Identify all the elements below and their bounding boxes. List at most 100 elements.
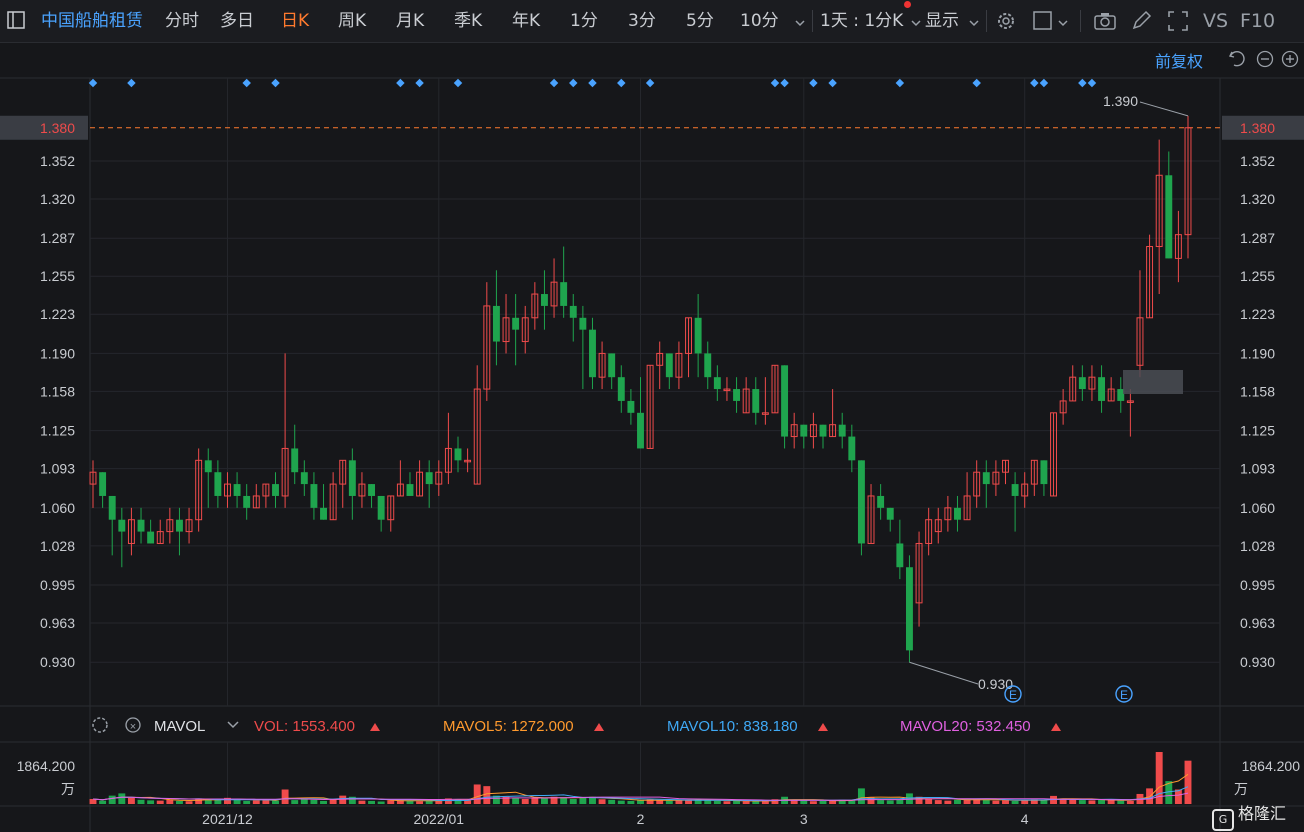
event-marker-label: E bbox=[1120, 688, 1128, 702]
candle-body bbox=[492, 305, 500, 342]
square-icon[interactable] bbox=[1031, 9, 1055, 33]
volume-bar bbox=[387, 800, 395, 804]
volume-bar bbox=[127, 797, 135, 804]
volume-bar bbox=[1146, 788, 1154, 804]
chevron-down-icon[interactable] bbox=[911, 13, 921, 27]
volume-bar bbox=[444, 798, 452, 804]
volume-bar bbox=[848, 800, 856, 804]
volume-bar bbox=[886, 800, 894, 804]
volume-bar bbox=[272, 800, 279, 804]
volume-bar bbox=[185, 801, 193, 804]
chevron-down-icon[interactable] bbox=[1058, 13, 1068, 27]
chevron-down-icon[interactable] bbox=[969, 13, 979, 27]
tab-8[interactable]: 3分 bbox=[628, 0, 656, 42]
tab-1[interactable]: 多日 bbox=[220, 0, 254, 42]
mavol20-label: MAVOL20: 532.450 bbox=[900, 718, 1031, 735]
candle-body bbox=[108, 495, 116, 520]
candle-body bbox=[877, 495, 885, 508]
volume-bar bbox=[560, 797, 568, 804]
price-tick-label-right: 1.255 bbox=[1240, 268, 1275, 284]
volume-bar bbox=[685, 799, 692, 804]
fullscreen-icon[interactable] bbox=[1166, 9, 1190, 33]
price-tick-label-right: 1.158 bbox=[1240, 383, 1275, 399]
event-marker-circle bbox=[1115, 685, 1133, 703]
candle-body bbox=[531, 293, 539, 319]
f10-button[interactable]: F10 bbox=[1240, 0, 1275, 42]
camera-icon[interactable] bbox=[1093, 9, 1117, 33]
adjust-mode-button[interactable]: 前复权 bbox=[1155, 48, 1203, 72]
candle-body bbox=[761, 412, 769, 415]
candle-body bbox=[483, 305, 491, 390]
candlestick-chart[interactable]: 1.352 1.352 1.320 1.320 1.287 1.287 1.255 1.255… bbox=[0, 0, 1304, 832]
volume-bar bbox=[598, 799, 606, 804]
volume-bar bbox=[905, 793, 913, 804]
event-marker-label: E bbox=[1009, 688, 1017, 702]
tab-5[interactable]: 季K bbox=[454, 0, 482, 42]
candle-body bbox=[742, 388, 750, 414]
candle-body bbox=[1069, 376, 1077, 402]
toolbar: 中国船舶租赁 分时 多日 日K 周K 月K 季K 年K 1分 3分 5分 10分 1天 : 1分K … bbox=[0, 0, 1304, 43]
candle-body bbox=[1030, 459, 1038, 485]
chevron-down-icon[interactable] bbox=[795, 13, 805, 27]
tab-2[interactable]: 日K bbox=[281, 0, 309, 42]
tab-9[interactable]: 5分 bbox=[686, 0, 714, 42]
candle-body bbox=[925, 519, 933, 544]
interval-selector[interactable]: 1天 : 1分K bbox=[820, 0, 903, 42]
tab-6[interactable]: 年K bbox=[512, 0, 540, 42]
candle-body bbox=[790, 424, 798, 438]
event-diamond bbox=[127, 78, 136, 88]
price-tick-label-right: 1.287 bbox=[1240, 230, 1275, 246]
candle-body bbox=[310, 484, 318, 508]
volume-bar bbox=[838, 799, 846, 804]
candle-body bbox=[838, 424, 846, 437]
candle-body bbox=[1117, 389, 1125, 401]
highlight-box bbox=[1123, 370, 1183, 394]
candle-body bbox=[358, 483, 366, 497]
vs-button[interactable]: VS bbox=[1203, 0, 1228, 42]
brand-logo: G 格隆汇 bbox=[1212, 800, 1286, 831]
tab-4[interactable]: 月K bbox=[396, 0, 424, 42]
volume-bar bbox=[704, 800, 712, 804]
volume-bar bbox=[809, 801, 817, 804]
candle-body bbox=[1050, 412, 1057, 497]
candle-body bbox=[560, 282, 568, 306]
candle-body bbox=[694, 317, 702, 354]
candle-body bbox=[579, 317, 587, 330]
tab-7[interactable]: 1分 bbox=[570, 0, 598, 42]
event-diamond bbox=[1087, 78, 1097, 88]
price-tick-label-left: 1.125 bbox=[40, 423, 75, 439]
event-diamond bbox=[88, 78, 98, 88]
display-menu[interactable]: 显示 bbox=[925, 0, 959, 42]
settings-icon[interactable] bbox=[994, 9, 1018, 33]
candle-body bbox=[454, 448, 462, 461]
volume-close-glyph: × bbox=[130, 721, 136, 733]
pen-icon[interactable] bbox=[1129, 9, 1153, 33]
price-tick-label-right: 0.930 bbox=[1240, 654, 1275, 670]
logo-icon: G bbox=[1212, 809, 1234, 831]
stock-name[interactable]: 中国船舶租赁 bbox=[41, 0, 143, 42]
price-tick-label-right: 1.352 bbox=[1240, 153, 1275, 169]
tab-10[interactable]: 10分 bbox=[740, 0, 779, 42]
zoom-out-icon[interactable] bbox=[1256, 50, 1276, 70]
sidebar-toggle-icon[interactable] bbox=[6, 10, 26, 30]
indicator-name: MAVOL bbox=[154, 718, 205, 735]
volume-bar bbox=[320, 800, 327, 804]
event-diamond bbox=[780, 78, 789, 88]
candle-body bbox=[1155, 174, 1163, 248]
volume-bar bbox=[118, 793, 126, 804]
candle-body bbox=[233, 484, 241, 496]
tab-0[interactable]: 分时 bbox=[165, 0, 199, 42]
volume-bar bbox=[483, 786, 491, 804]
undo-icon[interactable] bbox=[1226, 48, 1246, 68]
volume-bar bbox=[608, 799, 616, 804]
candle-body bbox=[416, 471, 424, 497]
volume-bar bbox=[569, 798, 577, 804]
candle-body bbox=[435, 471, 443, 485]
volume-bar bbox=[829, 800, 837, 804]
zoom-in-icon[interactable] bbox=[1281, 50, 1301, 70]
volume-bar bbox=[992, 800, 1000, 804]
tab-3[interactable]: 周K bbox=[338, 0, 366, 42]
candle-body bbox=[166, 519, 174, 533]
price-tick-label-right: 1.190 bbox=[1240, 345, 1275, 361]
volume-bar bbox=[1002, 800, 1009, 804]
